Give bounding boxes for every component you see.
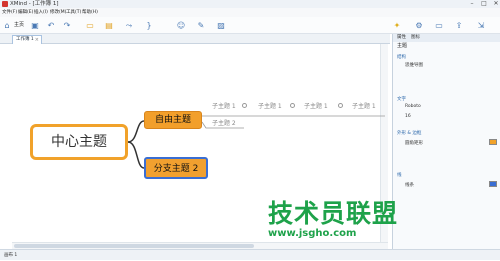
tab-icons[interactable]: 图标 xyxy=(411,34,420,42)
subtopic-1d[interactable]: 子主题 1 xyxy=(352,101,376,110)
font-select[interactable]: Roboto xyxy=(405,104,421,109)
collapse-dot[interactable] xyxy=(290,103,295,108)
panel-title: 主题 xyxy=(397,43,408,49)
panel-tab-bar: 属性 图标 xyxy=(393,34,500,42)
shape-select[interactable]: 圆角矩形 xyxy=(405,140,423,146)
subtopic-1c[interactable]: 子主题 1 xyxy=(304,101,328,110)
structure-select[interactable]: 思维导图 xyxy=(405,62,423,68)
subtopic-1a[interactable]: 子主题 1 xyxy=(212,101,236,110)
collapse-dot[interactable] xyxy=(338,103,343,108)
central-topic[interactable]: 中心主题 xyxy=(30,124,128,160)
fill-color-swatch[interactable] xyxy=(489,139,497,145)
free-topic[interactable]: 自由主题 xyxy=(144,111,202,129)
status-bar: 画布 1 xyxy=(0,249,500,260)
collapse-dot[interactable] xyxy=(242,103,247,108)
line-color-swatch[interactable] xyxy=(489,181,497,187)
section-structure: 结构 xyxy=(397,55,406,60)
tab-properties[interactable]: 属性 xyxy=(397,34,406,42)
watermark-url: www.jsgho.com xyxy=(268,228,357,239)
subtopic-1b[interactable]: 子主题 1 xyxy=(258,101,282,110)
section-line: 线 xyxy=(397,173,402,178)
line-select[interactable]: 线条 xyxy=(405,182,414,188)
font-size[interactable]: 16 xyxy=(405,114,411,119)
section-text: 文字 xyxy=(397,97,406,102)
subtopic-2[interactable]: 子主题 2 xyxy=(212,118,236,127)
branch-topic-2[interactable]: 分支主题 2 xyxy=(144,157,208,179)
section-shape: 外形 & 边框 xyxy=(397,131,422,136)
properties-panel: 属性 图标 主题 结构 思维导图 文字 Roboto 16 外形 & 边框 圆角… xyxy=(392,34,500,249)
status-text: 画布 1 xyxy=(4,253,18,258)
watermark-text: 技术员联盟 xyxy=(268,199,399,228)
